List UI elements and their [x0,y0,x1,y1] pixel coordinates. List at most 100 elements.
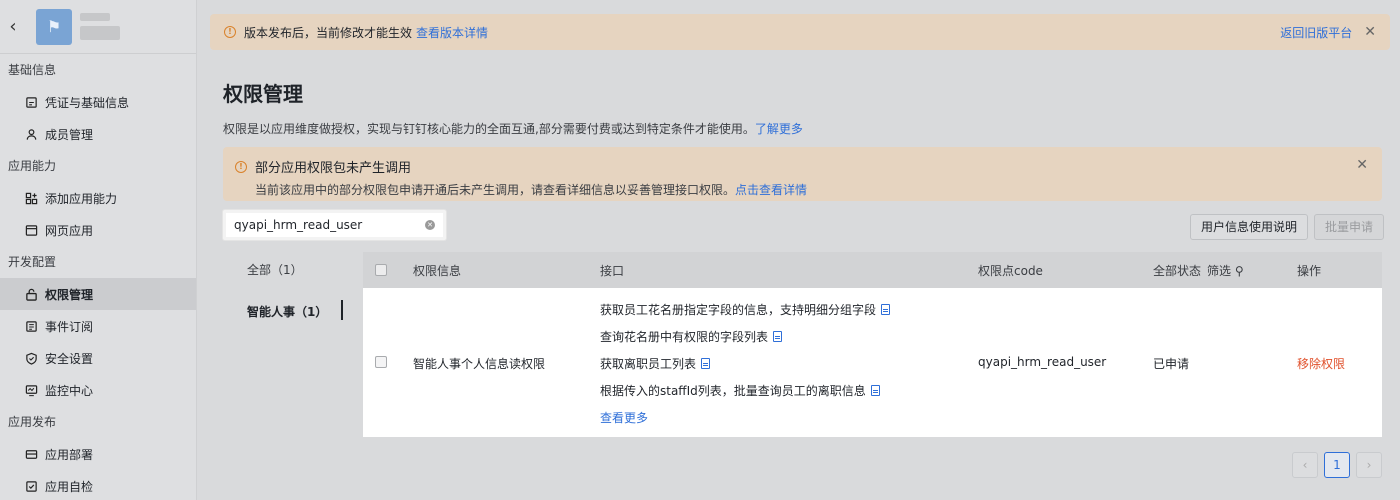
category-smart-hr[interactable]: 智能人事（1） [247,303,327,320]
apps-add-icon [24,191,38,205]
table-row: 智能人事个人信息读权限 获取员工花名册指定字段的信息，支持明细分组字段 查询花名… [363,288,1382,437]
page-description-text: 权限是以应用维度做授权，实现与钉钉核心能力的全面互通,部分需要付费或达到特定条件… [223,122,755,136]
content-panel: 权限管理 权限是以应用维度做授权，实现与钉钉核心能力的全面互通,部分需要付费或达… [210,62,1390,500]
document-icon[interactable] [773,331,783,342]
api-name: 根据传入的staffId列表，批量查询员工的离职信息 [600,384,866,398]
notice-text: 当前该应用中的部分权限包申请开通后未产生调用，请查看详细信息以妥善管理接口权限。 [255,183,736,197]
page-title: 权限管理 [223,82,303,106]
row-checkbox[interactable] [375,356,387,368]
column-header-info: 权限信息 [413,263,462,278]
warning-icon: ! [224,26,236,38]
document-icon[interactable] [870,385,880,396]
api-item: 获取离职员工列表 [600,356,890,383]
sidebar-item-label: 事件订阅 [45,319,94,334]
group-title-dev-config: 开发配置 [8,255,57,269]
search-icon: ⚲ [1234,263,1244,278]
page-number[interactable]: 1 [1324,452,1350,478]
table-header: 权限信息 接口 权限点code 全部状态 筛选 ⚲ 操作 [363,252,1382,288]
api-item: 查看更多 [600,410,890,437]
api-name: 查询花名册中有权限的字段列表 [600,330,769,344]
search-box: ✕ [223,210,446,240]
deploy-icon [24,447,38,461]
permission-code: qyapi_hrm_read_user [978,355,1107,369]
shield-icon [24,351,38,365]
sidebar-item-webpage[interactable]: 网页应用 [0,214,196,246]
credential-icon [24,95,38,109]
search-input[interactable] [234,218,425,232]
permission-table: 权限信息 接口 权限点code 全部状态 筛选 ⚲ 操作 智能人事个人信息读权限… [363,252,1382,437]
remove-permission-link[interactable]: 移除权限 [1297,355,1345,372]
category-active-indicator [341,300,343,320]
api-name: 获取离职员工列表 [600,357,697,371]
webpage-icon [24,223,38,237]
main-area: ! 版本发布后，当前修改才能生效 查看版本详情 返回旧版平台 ✕ 权限管理 权限… [198,0,1400,500]
api-list: 获取员工花名册指定字段的信息，支持明细分组字段 查询花名册中有权限的字段列表 获… [600,302,891,437]
sidebar-item-label: 凭证与基础信息 [45,95,130,110]
event-icon [24,319,38,333]
page-description: 权限是以应用维度做授权，实现与钉钉核心能力的全面互通,部分需要付费或达到特定条件… [223,120,803,137]
notice-body: 当前该应用中的部分权限包申请开通后未产生调用，请查看详细信息以妥善管理接口权限。… [255,181,1370,198]
sidebar-item-label: 权限管理 [45,287,94,302]
status-filter[interactable]: 筛选 ⚲ [1207,262,1244,279]
sidebar-item-label: 成员管理 [45,127,94,142]
sidebar-item-monitor[interactable]: 监控中心 [0,374,196,406]
monitor-icon [24,383,38,397]
version-details-link[interactable]: 查看版本详情 [416,24,488,41]
view-more-link[interactable]: 查看更多 [600,410,648,426]
api-item: 查询花名册中有权限的字段列表 [600,329,890,356]
sidebar: ‹ ⚑ 基础信息 凭证与基础信息 成员管理 应用能力 添加应用能力 网页应用 开… [0,0,197,500]
release-banner: ! 版本发布后，当前修改才能生效 查看版本详情 返回旧版平台 ✕ [210,14,1390,50]
close-icon[interactable]: ✕ [1356,157,1368,173]
user-info-usage-button[interactable]: 用户信息使用说明 [1190,214,1309,240]
release-banner-text: 版本发布后，当前修改才能生效 [244,25,413,40]
sidebar-item-add-capability[interactable]: 添加应用能力 [0,182,196,214]
sidebar-item-label: 网页应用 [45,223,94,238]
close-icon[interactable]: ✕ [1364,24,1376,40]
sidebar-item-credentials[interactable]: 凭证与基础信息 [0,86,196,118]
sidebar-item-deploy[interactable]: 应用部署 [0,438,196,470]
chevron-left-icon[interactable]: ‹ [0,16,26,37]
status-badge: 已申请 [1153,357,1190,371]
sidebar-item-label: 添加应用能力 [45,191,118,206]
learn-more-link[interactable]: 了解更多 [755,122,803,136]
clear-icon[interactable]: ✕ [425,220,435,230]
sidebar-item-security[interactable]: 安全设置 [0,342,196,374]
sidebar-item-label: 应用自检 [45,479,94,494]
sidebar-item-label: 监控中心 [45,383,94,398]
column-header-api: 接口 [600,263,625,278]
select-all-checkbox[interactable] [375,264,387,276]
group-title-capabilities: 应用能力 [8,159,57,173]
next-page-button[interactable]: › [1356,452,1382,478]
column-header-status: 全部状态 [1153,263,1202,278]
sidebar-item-members[interactable]: 成员管理 [0,118,196,150]
permission-name: 智能人事个人信息读权限 [413,357,546,371]
api-name: 获取员工花名册指定字段的信息，支持明细分组字段 [600,303,877,317]
status-filter-label: 筛选 [1207,263,1232,278]
notice-details-link[interactable]: 点击查看详情 [735,183,807,197]
check-icon [24,479,38,493]
app-header: ‹ ⚑ [0,0,196,54]
column-header-action: 操作 [1297,263,1322,278]
lock-icon [24,287,38,301]
document-icon[interactable] [881,304,891,315]
batch-apply-button[interactable]: 批量申请 [1314,214,1385,240]
group-title-release: 应用发布 [8,415,57,429]
app-logo: ⚑ [36,8,72,45]
sidebar-item-events[interactable]: 事件订阅 [0,310,196,342]
notice-title: 部分应用权限包未产生调用 [255,161,412,176]
sidebar-item-label: 应用部署 [45,447,94,462]
sidebar-item-permissions[interactable]: 权限管理 [0,278,196,310]
column-header-code: 权限点code [978,263,1043,278]
back-to-old-platform-link[interactable]: 返回旧版平台 [1280,24,1352,41]
category-all[interactable]: 全部（1） [247,261,303,278]
document-icon[interactable] [701,358,711,369]
group-title-basic: 基础信息 [8,63,57,77]
unused-permission-notice: ! 部分应用权限包未产生调用 当前该应用中的部分权限包申请开通后未产生调用，请查… [223,147,1382,201]
sidebar-item-label: 安全设置 [45,351,94,366]
prev-page-button[interactable]: ‹ [1292,452,1318,478]
api-item: 获取员工花名册指定字段的信息，支持明细分组字段 [600,302,891,329]
api-item: 根据传入的staffId列表，批量查询员工的离职信息 [600,383,890,410]
sidebar-item-self-check[interactable]: 应用自检 [0,470,196,500]
pagination: ‹ 1 › [1292,452,1382,478]
user-icon [24,127,38,141]
